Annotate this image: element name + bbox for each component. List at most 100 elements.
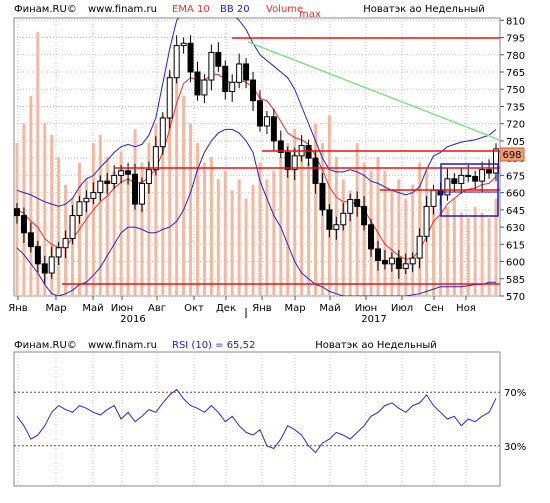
candle-body [374,248,381,261]
candle-body [62,238,69,249]
candle-body [270,116,277,142]
candle-body [104,180,111,184]
month-tick-label: Июн [111,303,133,314]
candle-body [229,81,236,93]
volume-bar [98,134,102,296]
month-tick-label: Сен [424,303,444,314]
candle-body [416,235,423,259]
candle-body [20,215,27,234]
volume-bar [209,157,213,296]
candle-body [14,208,20,217]
volume-bar [494,198,498,296]
candle-body [409,257,416,265]
candle-body [194,71,201,96]
price-tick-label: 600 [506,258,525,269]
candle-body [479,169,486,182]
month-tick-label: Мар [284,303,305,314]
volume-bar [355,143,359,296]
month-tick-label: Мар [45,303,66,314]
candle-body [284,151,291,171]
volume-bar [223,170,227,296]
candle-body [69,215,76,240]
price-tick-label: 615 [506,240,525,251]
price-tick-label: 705 [506,137,525,148]
candle-body [368,224,375,250]
volume-bar [314,123,318,296]
price-tick-label: 585 [506,275,525,286]
max-label: max [299,9,321,20]
candle-body [41,263,48,274]
candle-body [222,65,229,93]
price-tick-label: 795 [506,34,525,45]
candle-body [138,182,145,205]
volume-bar [376,157,380,296]
candle-body [76,201,83,217]
volume-bar [182,95,186,296]
candle-body [326,209,333,230]
month-tick-label: Авг [148,303,166,314]
volume-label: Volume [266,4,303,15]
volume-bar [445,207,449,296]
candle-body [263,116,270,127]
price-tick-label: 765 [506,68,525,79]
rsi-level-label: 30% [504,442,526,453]
candle-body [166,77,173,119]
price-chart-title: Новатэк ао Недельный [363,4,485,15]
time-axis: Янв Мар Май Июн Авг Окт Дек Янв Мар Май Июн Июл Сен Н… [8,296,476,314]
candle-body [486,169,493,174]
volume-bar [91,143,95,296]
candle-body [97,180,104,194]
candle-body [208,51,215,81]
month-tick-label: Ноя [456,303,476,314]
candle-body [55,247,62,258]
candle-body [472,176,479,182]
candle-body [118,170,125,176]
rsi-chart-title: Новатэк ао Недельный [315,340,437,351]
volume-bar [189,123,193,296]
candle-body [340,212,347,226]
volume-bar [230,190,234,296]
price-tick-label: 780 [506,51,525,62]
rsi-plot-frame [13,351,501,487]
candle-body [451,178,458,184]
volume-bar [411,184,415,296]
price-tick-label: 630 [506,223,525,234]
volume-bar [404,198,408,296]
candle-body [34,246,41,265]
volume-bar [133,129,137,296]
volume-bar [307,162,311,296]
candle-body [381,259,388,265]
price-tick-label: 810 [506,16,525,27]
rsi-panel: 70% 30% Финам.RU© www.finam.ru RSI (10) =… [13,340,526,487]
candle-body [465,174,472,178]
volume-bar [202,162,206,296]
volume-bar [126,179,130,296]
price-tick-label: 675 [506,171,525,182]
candle-body [333,224,340,230]
volume-bar [341,179,345,296]
candle-body [159,117,166,148]
month-tick-label: Янв [252,303,271,314]
candle-body [458,174,465,184]
candle-body [423,205,430,237]
year-label-2017: 2017 [361,314,386,325]
stock-chart-widget: 5705856006156306456606756907057207357507… [0,0,550,499]
price-header-site: www.finam.ru [88,4,157,15]
candle-body [250,79,257,102]
volume-bar [452,198,456,296]
rsi-level-label: 70% [504,388,526,399]
month-tick-label: Май [82,303,103,314]
volume-bar [244,198,248,296]
rsi-header-site: www.finam.ru [88,340,157,351]
candle-body [187,42,194,73]
candle-body [347,199,354,214]
volume-bar [320,143,324,296]
ema-label: EMA 10 [172,4,210,15]
candle-body [132,173,139,205]
candle-body [201,79,208,96]
month-tick-label: Июн [355,303,377,314]
candle-body [319,182,326,211]
rsi-header-source: Финам.RU© [14,340,77,351]
candle-body [173,45,180,79]
price-tick-label: 720 [506,120,525,131]
